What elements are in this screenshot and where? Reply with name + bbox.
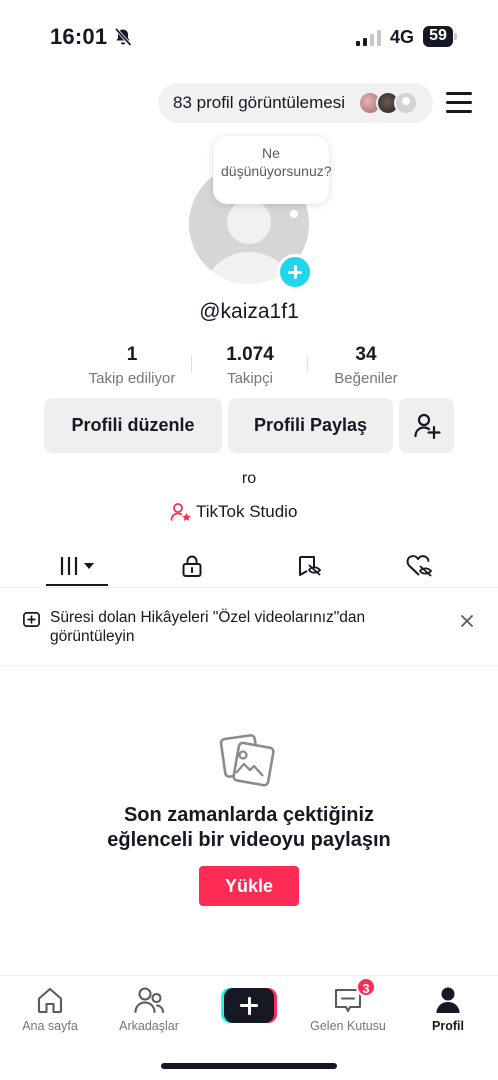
profile-views-text: 83 profil görüntülemesi xyxy=(173,93,345,112)
following-count: 1 xyxy=(126,344,138,365)
signal-icon xyxy=(356,30,381,46)
nav-home[interactable]: Ana sayfa xyxy=(5,984,95,1033)
plus-icon[interactable] xyxy=(277,254,313,290)
repost-icon xyxy=(299,556,322,576)
studio-icon xyxy=(170,503,191,521)
following-stat[interactable]: 1 Takip ediliyor xyxy=(72,342,192,390)
tiktok-studio-link[interactable]: TikTok Studio xyxy=(170,500,297,524)
empty-state-line-1: Son zamanlarda çektiğiniz xyxy=(123,804,375,826)
nav-profile[interactable]: Profil xyxy=(403,984,493,1033)
status-bar: 16:01 4G 59 xyxy=(0,0,498,70)
viewer-avatar xyxy=(394,91,418,115)
edit-profile-button[interactable]: Profili düzenle xyxy=(44,398,222,453)
add-story-icon xyxy=(23,611,40,628)
empty-state-line-2: eğlenceli bir videoyu paylaşın xyxy=(107,829,391,851)
share-profile-button[interactable]: Profili Paylaş xyxy=(228,398,393,453)
battery-icon: 59 xyxy=(423,26,457,47)
photo-gallery-icon xyxy=(219,734,275,787)
bio: ro xyxy=(241,470,257,487)
empty-state-title: Son zamanlarda çektiğiniz eğlenceli bir … xyxy=(0,803,498,853)
grid-icon xyxy=(60,557,94,575)
tab-liked[interactable] xyxy=(398,546,442,586)
inbox-badge: 3 xyxy=(356,977,376,997)
profile-icon xyxy=(436,987,460,1013)
battery-level: 59 xyxy=(429,27,447,44)
followers-label: Takipçi xyxy=(227,370,273,387)
following-label: Takip ediliyor xyxy=(88,370,176,387)
tabs-divider xyxy=(0,587,498,588)
likes-count: 34 xyxy=(355,344,377,365)
username: @kaiza1f1 xyxy=(199,300,299,323)
lock-icon xyxy=(182,555,202,577)
profile-views-button[interactable]: 83 profil görüntülemesi xyxy=(158,83,433,123)
thought-bubble-tail xyxy=(290,210,298,218)
nav-inbox-label: Gelen Kutusu xyxy=(310,1019,386,1033)
tab-reposts[interactable] xyxy=(287,546,331,586)
active-tab-indicator xyxy=(46,584,108,586)
studio-label: TikTok Studio xyxy=(196,502,298,521)
tab-videos[interactable] xyxy=(46,546,108,586)
tab-private[interactable] xyxy=(170,546,214,586)
followers-count: 1.074 xyxy=(226,344,274,365)
home-icon xyxy=(37,987,63,1014)
hamburger-menu-icon[interactable] xyxy=(446,92,472,114)
followers-stat[interactable]: 1.074 Takipçi xyxy=(190,342,310,390)
add-user-icon xyxy=(413,413,441,439)
nav-friends[interactable]: Arkadaşlar xyxy=(104,984,194,1033)
upload-button[interactable]: Yükle xyxy=(199,866,299,906)
likes-label: Beğeniler xyxy=(334,370,398,387)
home-indicator xyxy=(161,1063,337,1069)
banner-text: Süresi dolan Hikâyeleri "Özel videoların… xyxy=(50,609,366,645)
expired-stories-banner[interactable]: Süresi dolan Hikâyeleri "Özel videoların… xyxy=(0,598,498,664)
nav-profile-label: Profil xyxy=(432,1019,464,1033)
nav-home-label: Ana sayfa xyxy=(22,1019,78,1033)
nav-inbox[interactable]: 3 Gelen Kutusu xyxy=(303,977,393,1033)
likes-stat[interactable]: 34 Beğeniler xyxy=(306,342,426,390)
banner-divider xyxy=(0,665,498,666)
network-type: 4G xyxy=(390,27,415,47)
friends-icon xyxy=(134,987,165,1014)
status-time: 16:01 xyxy=(50,24,108,49)
thought-bubble-text: Ne düşünüyorsunuz? xyxy=(221,145,332,179)
thought-bubble[interactable]: Ne düşünüyorsunuz? xyxy=(213,136,332,204)
add-friend-button[interactable] xyxy=(399,398,454,453)
liked-icon xyxy=(406,555,433,577)
close-icon[interactable] xyxy=(460,614,474,628)
create-button[interactable] xyxy=(221,988,277,1023)
bell-slash-icon xyxy=(114,27,132,47)
nav-friends-label: Arkadaşlar xyxy=(119,1019,179,1033)
